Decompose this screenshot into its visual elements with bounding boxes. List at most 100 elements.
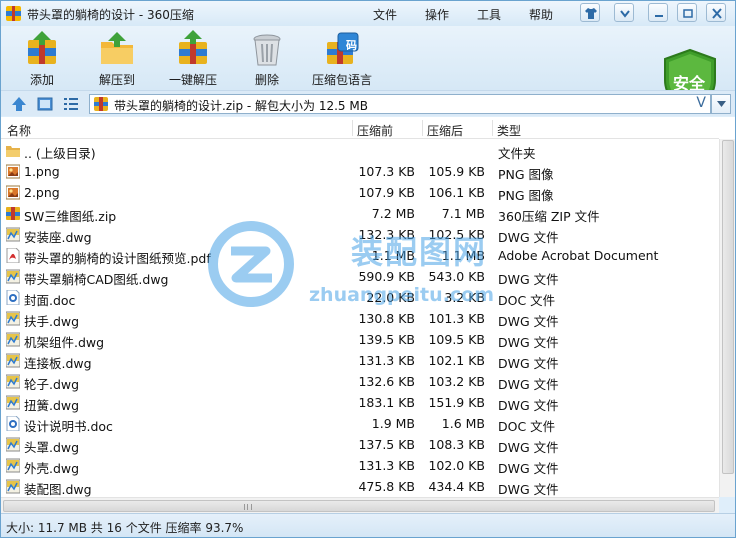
file-rows: .. (上级目录) 文件夹 1.png 107.3 KB 105.9 KB PNG 图像 2… (1, 140, 719, 497)
dwg-icon (5, 374, 21, 389)
file-name: 机架组件.dwg (24, 335, 105, 350)
file-type: 文件夹 (498, 146, 536, 161)
skin-button[interactable] (580, 3, 600, 22)
toolbar: 添加 解压到 一键解压 删除 码 压缩包语言 安全 (1, 26, 735, 112)
column-divider (422, 120, 423, 136)
file-row[interactable]: 外壳.dwg 131.3 KB 102.0 KB DWG 文件 (1, 455, 719, 476)
file-row[interactable]: 轮子.dwg 132.6 KB 103.2 KB DWG 文件 (1, 371, 719, 392)
pdf-icon (6, 247, 20, 264)
file-original-size: 7.1 MB (441, 206, 485, 221)
horizontal-scrollbar[interactable] (1, 497, 719, 513)
scroll-grip-line (247, 504, 248, 510)
chevron-down-icon (717, 101, 726, 107)
menu-file[interactable]: 文件 (373, 6, 397, 23)
up-arrow-icon[interactable] (11, 96, 27, 112)
file-name: 1.png (24, 164, 60, 179)
file-row[interactable]: 扶手.dwg 130.8 KB 101.3 KB DWG 文件 (1, 308, 719, 329)
file-row[interactable]: 装配图.dwg 475.8 KB 434.4 KB DWG 文件 (1, 476, 719, 497)
column-type[interactable]: 类型 (497, 122, 521, 139)
file-row[interactable]: 头罩.dwg 137.5 KB 108.3 KB DWG 文件 (1, 434, 719, 455)
column-compressed[interactable]: 压缩前 (357, 122, 393, 139)
file-type: DWG 文件 (498, 398, 559, 413)
doc-icon (6, 415, 20, 432)
file-type: DWG 文件 (498, 482, 559, 497)
one-click-extract-button[interactable]: 一键解压 (165, 28, 221, 88)
file-type: DWG 文件 (498, 230, 559, 245)
doc-icon (6, 289, 20, 306)
file-original-size: 102.0 KB (428, 458, 485, 473)
file-name: SW三维图纸.zip (24, 209, 117, 224)
file-name: 扶手.dwg (24, 314, 80, 329)
vertical-scrollbar[interactable] (719, 139, 735, 497)
zip-icon (6, 206, 20, 221)
file-type: DWG 文件 (498, 461, 559, 476)
dwg-icon (5, 395, 21, 410)
maximize-button[interactable] (677, 3, 697, 22)
file-row[interactable]: 设计说明书.doc 1.9 MB 1.6 MB DOC 文件 (1, 413, 719, 434)
extract-to-label: 解压到 (98, 73, 135, 87)
add-button[interactable]: 添加 (15, 28, 69, 88)
file-original-size: 109.5 KB (428, 332, 485, 347)
horizontal-scroll-thumb[interactable] (3, 500, 715, 512)
menu-tools[interactable]: 工具 (477, 6, 501, 23)
file-row[interactable]: 机架组件.dwg 139.5 KB 109.5 KB DWG 文件 (1, 329, 719, 350)
status-bar: 大小: 11.7 MB 共 16 个文件 压缩率 93.7% (1, 513, 735, 537)
file-name: 2.png (24, 185, 60, 200)
file-name: .. (上级目录) (24, 146, 96, 161)
file-row[interactable]: .. (上级目录) 文件夹 (1, 140, 719, 161)
vertical-scroll-thumb[interactable] (722, 140, 734, 474)
file-name: 带头罩的躺椅的设计图纸预览.pdf (24, 251, 211, 266)
file-row[interactable]: 扭簧.dwg 183.1 KB 151.9 KB DWG 文件 (1, 392, 719, 413)
dwg-icon (5, 227, 21, 242)
file-row[interactable]: 连接板.dwg 131.3 KB 102.1 KB DWG 文件 (1, 350, 719, 371)
menu-button[interactable] (614, 3, 634, 22)
minimize-button[interactable] (648, 3, 668, 22)
dwg-icon (5, 332, 21, 347)
list-view-icon[interactable] (63, 96, 79, 112)
zip-icon (94, 97, 108, 111)
file-original-size: 101.3 KB (428, 311, 485, 326)
column-divider (352, 120, 353, 136)
file-type: DOC 文件 (498, 293, 556, 308)
column-original[interactable]: 压缩后 (427, 122, 463, 139)
file-compressed-size: 1.9 MB (371, 416, 415, 431)
menu-help[interactable]: 帮助 (529, 6, 553, 23)
close-icon (712, 8, 722, 19)
file-row[interactable]: 1.png 107.3 KB 105.9 KB PNG 图像 (1, 161, 719, 182)
file-row[interactable]: 2.png 107.9 KB 106.1 KB PNG 图像 (1, 182, 719, 203)
add-archive-icon (28, 31, 56, 64)
menu-operation[interactable]: 操作 (425, 6, 449, 23)
archive-language-button[interactable]: 码 压缩包语言 (310, 28, 374, 88)
add-label: 添加 (29, 73, 54, 87)
address-v-icon[interactable]: V (696, 95, 706, 111)
one-click-extract-label: 一键解压 (168, 73, 217, 87)
file-name: 安装座.dwg (24, 230, 92, 245)
folder-icon (6, 143, 20, 158)
file-compressed-size: 139.5 KB (358, 332, 415, 347)
dwg-icon (5, 437, 21, 452)
png-icon (5, 164, 21, 179)
file-type: PNG 图像 (498, 188, 554, 203)
file-original-size: 108.3 KB (428, 437, 485, 452)
file-type: DWG 文件 (498, 356, 559, 371)
dwg-icon (5, 458, 21, 473)
extract-to-button[interactable]: 解压到 (89, 28, 145, 88)
close-button[interactable] (706, 3, 726, 22)
file-type: PNG 图像 (498, 167, 554, 182)
address-field[interactable]: 带头罩的躺椅的设计.zip - 解包大小为 12.5 MB V (89, 94, 711, 114)
file-compressed-size: 7.2 MB (371, 206, 415, 221)
scroll-grip (244, 504, 252, 510)
status-text: 大小: 11.7 MB 共 16 个文件 压缩率 93.7% (6, 521, 244, 535)
file-row[interactable]: SW三维图纸.zip 7.2 MB 7.1 MB 360压缩 ZIP 文件 (1, 203, 719, 224)
file-type: DOC 文件 (498, 419, 556, 434)
app-logo-icon (6, 6, 21, 21)
watermark-text-en: zhuangpeitu.com (309, 284, 494, 306)
file-original-size: 103.2 KB (428, 374, 485, 389)
delete-button[interactable]: 删除 (243, 28, 291, 88)
column-name[interactable]: 名称 (7, 122, 31, 139)
thumbnail-view-icon[interactable] (37, 96, 53, 112)
address-dropdown-button[interactable] (711, 94, 731, 114)
dwg-icon (5, 311, 21, 326)
file-name: 轮子.dwg (24, 377, 80, 392)
file-type: DWG 文件 (498, 272, 559, 287)
